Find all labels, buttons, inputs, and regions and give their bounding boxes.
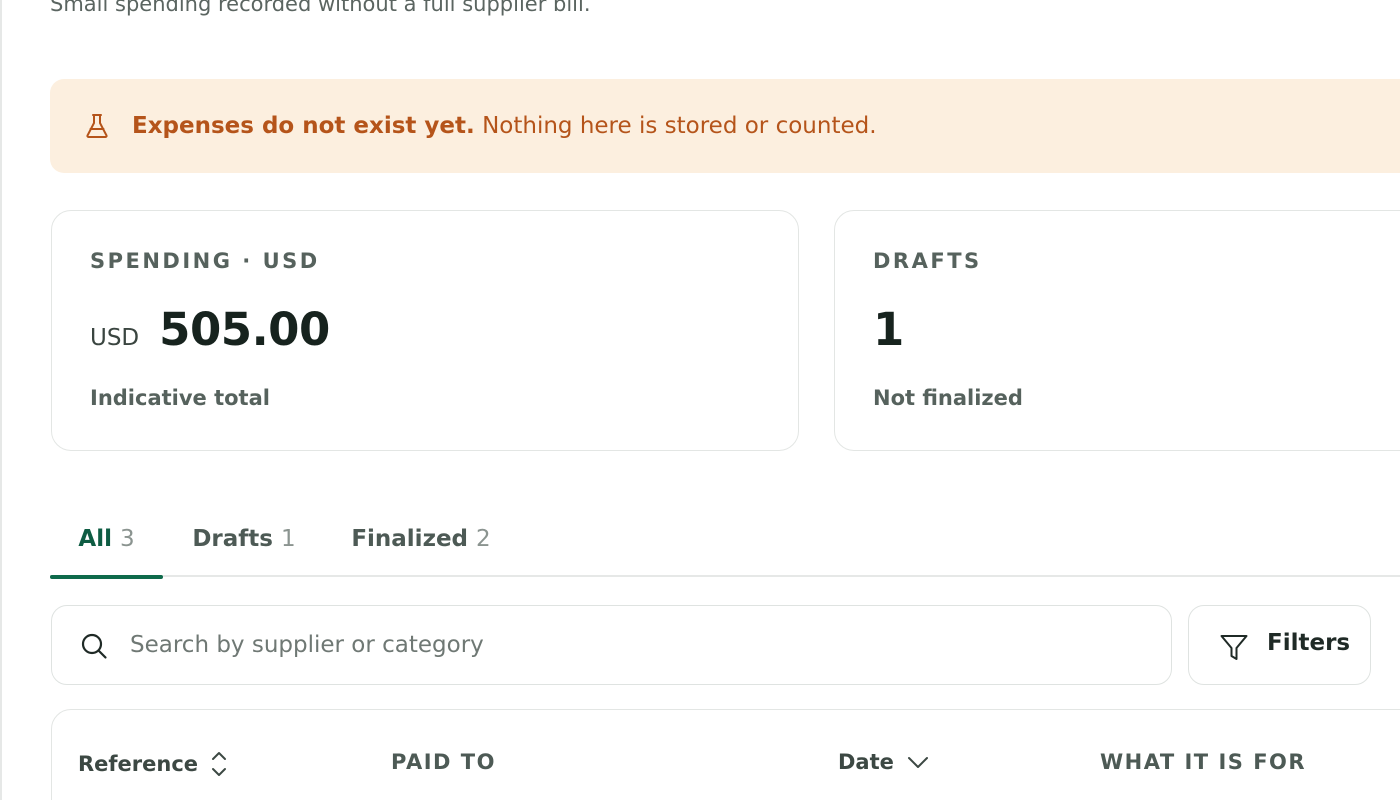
flask-icon [84, 113, 110, 139]
tab-all-count: 3 [119, 525, 135, 552]
tab-all[interactable]: All 3 [50, 500, 163, 579]
search-icon [80, 632, 108, 660]
search-input[interactable] [130, 624, 1130, 666]
expenses-table: Reference PAID TO Date WHAT IT IS FOR [51, 709, 1400, 800]
notice-title: Expenses do not exist yet. [132, 113, 475, 139]
notice-banner: Expenses do not exist yet. Nothing here … [50, 79, 1400, 173]
spending-value: USD 505.00 [90, 303, 330, 356]
spending-caption: Indicative total [90, 386, 270, 410]
drafts-label: DRAFTS [873, 249, 982, 273]
tab-drafts[interactable]: Drafts 1 [186, 500, 302, 577]
column-date[interactable]: Date [838, 750, 930, 774]
search-box [51, 605, 1172, 685]
expenses-page: Small spending recorded without a full s… [0, 0, 1400, 800]
column-what-label: WHAT IT IS FOR [1100, 750, 1307, 774]
column-date-label: Date [838, 750, 894, 774]
tab-drafts-count: 1 [281, 525, 296, 552]
sort-both-icon [210, 750, 228, 778]
notice-text: Expenses do not exist yet. Nothing here … [132, 113, 877, 139]
drafts-amount: 1 [873, 303, 904, 356]
column-reference[interactable]: Reference [78, 750, 228, 778]
spending-label: SPENDING · USD [90, 249, 320, 273]
spending-currency: USD [90, 325, 140, 351]
column-paid-to[interactable]: PAID TO [391, 750, 496, 774]
chevron-down-icon [906, 754, 930, 770]
filters-button[interactable]: Filters [1188, 605, 1371, 685]
tab-finalized-count: 2 [476, 525, 491, 552]
page-subtitle: Small spending recorded without a full s… [50, 0, 591, 16]
drafts-card: DRAFTS 1 Not finalized [834, 210, 1400, 451]
column-reference-label: Reference [78, 752, 199, 776]
spending-card: SPENDING · USD USD 505.00 Indicative tot… [51, 210, 799, 451]
spending-amount: 505.00 [159, 303, 330, 356]
tab-all-label: All [78, 525, 112, 552]
notice-message: Nothing here is stored or counted. [482, 113, 877, 139]
drafts-value: 1 [873, 303, 904, 356]
column-paid-to-label: PAID TO [391, 750, 496, 774]
tab-finalized-label: Finalized [351, 525, 469, 552]
filter-icon [1219, 633, 1249, 663]
drafts-caption: Not finalized [873, 386, 1023, 410]
tab-drafts-label: Drafts [192, 525, 273, 552]
tab-bar: All 3 Drafts 1 Finalized 2 [50, 500, 1400, 579]
tab-finalized[interactable]: Finalized 2 [344, 500, 498, 577]
filters-label: Filters [1267, 630, 1351, 656]
column-what-it-is-for[interactable]: WHAT IT IS FOR [1100, 750, 1306, 774]
